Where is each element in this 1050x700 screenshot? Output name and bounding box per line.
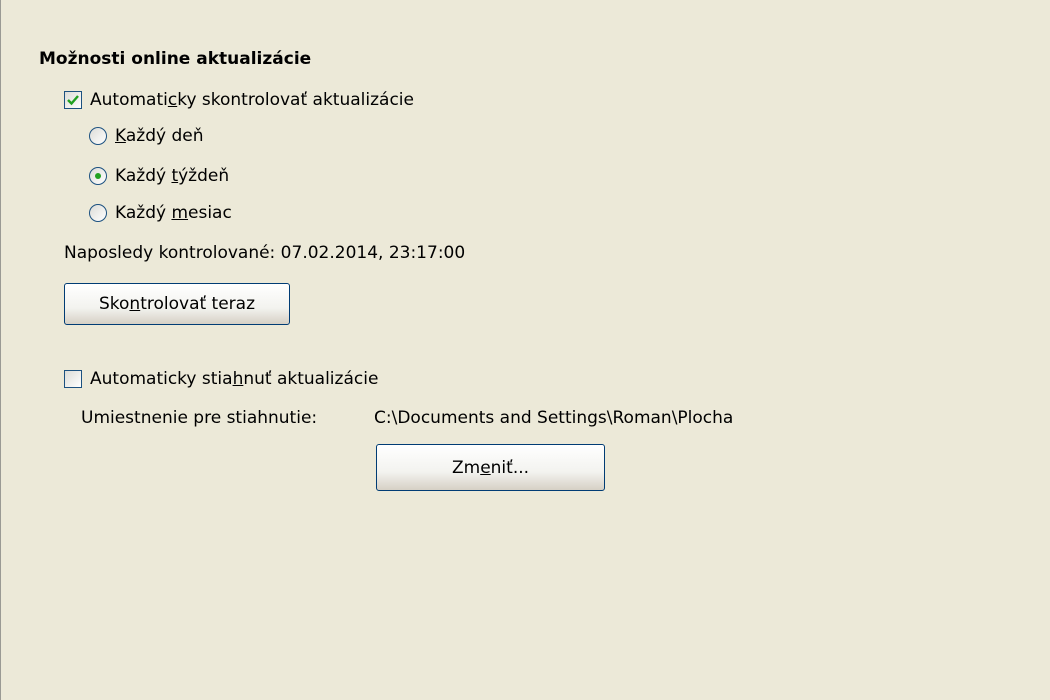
auto-download-checkbox-row[interactable]: Automaticky stiahnuť aktualizácie <box>64 369 378 389</box>
radio-weekly-row[interactable]: Každý týždeň <box>89 166 229 186</box>
radio-monthly[interactable] <box>89 204 107 222</box>
checkmark-icon <box>67 95 79 106</box>
auto-check-checkbox[interactable] <box>64 91 82 109</box>
radio-weekly-label[interactable]: Každý týždeň <box>115 166 229 186</box>
online-update-panel: Možnosti online aktualizácie Automaticky… <box>0 0 1050 700</box>
radio-selected-dot <box>95 173 101 179</box>
check-now-button[interactable]: Skontrolovať teraz <box>64 283 290 325</box>
radio-daily-row[interactable]: Každý deň <box>89 126 203 146</box>
auto-download-checkbox[interactable] <box>64 370 82 388</box>
download-location-label: Umiestnenie pre stiahnutie: <box>81 408 318 428</box>
auto-check-checkbox-row[interactable]: Automaticky skontrolovať aktualizácie <box>64 90 414 110</box>
radio-daily[interactable] <box>89 127 107 145</box>
download-location-path: C:\Documents and Settings\Roman\Plocha <box>374 408 734 428</box>
radio-weekly[interactable] <box>89 167 107 185</box>
auto-download-label[interactable]: Automaticky stiahnuť aktualizácie <box>90 369 378 389</box>
section-title: Možnosti online aktualizácie <box>39 49 312 69</box>
auto-check-label[interactable]: Automaticky skontrolovať aktualizácie <box>90 90 414 110</box>
change-location-button-label: Zmeniť... <box>451 457 530 478</box>
last-checked-text: Naposledy kontrolované: 07.02.2014, 23:1… <box>64 243 466 263</box>
radio-monthly-row[interactable]: Každý mesiac <box>89 203 232 223</box>
radio-monthly-label[interactable]: Každý mesiac <box>115 203 232 223</box>
radio-daily-label[interactable]: Každý deň <box>115 126 203 146</box>
check-now-button-label: Skontrolovať teraz <box>98 294 256 314</box>
change-location-button[interactable]: Zmeniť... <box>376 444 605 491</box>
